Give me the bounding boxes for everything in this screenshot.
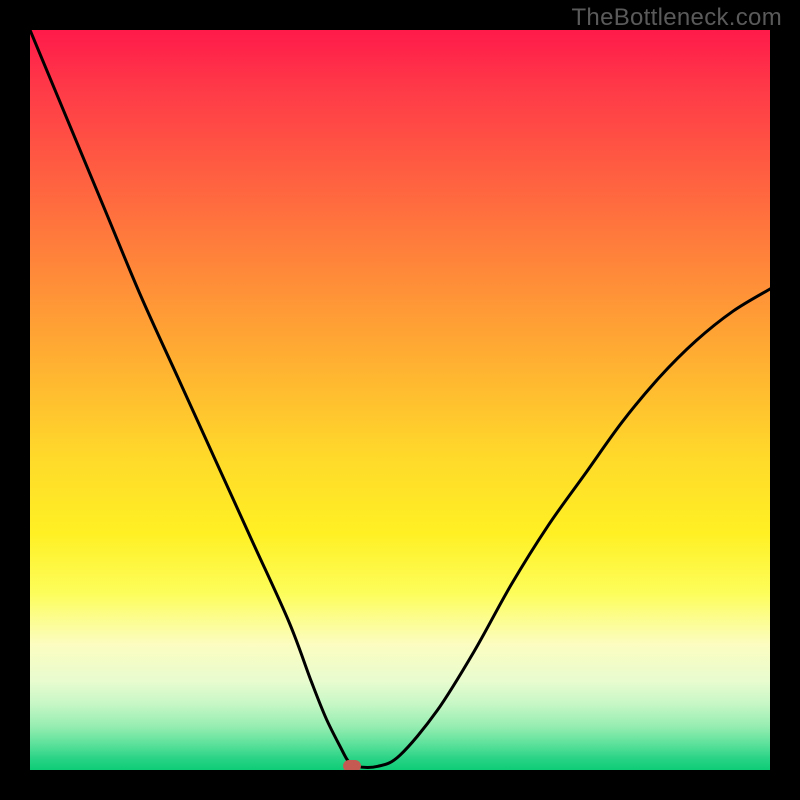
watermark-label: TheBottleneck.com bbox=[571, 4, 782, 32]
minimum-marker-icon bbox=[343, 760, 361, 770]
bottleneck-curve bbox=[30, 30, 770, 767]
curve-svg bbox=[30, 30, 770, 770]
chart-container: TheBottleneck.com bbox=[0, 0, 800, 800]
plot-area bbox=[30, 30, 770, 770]
